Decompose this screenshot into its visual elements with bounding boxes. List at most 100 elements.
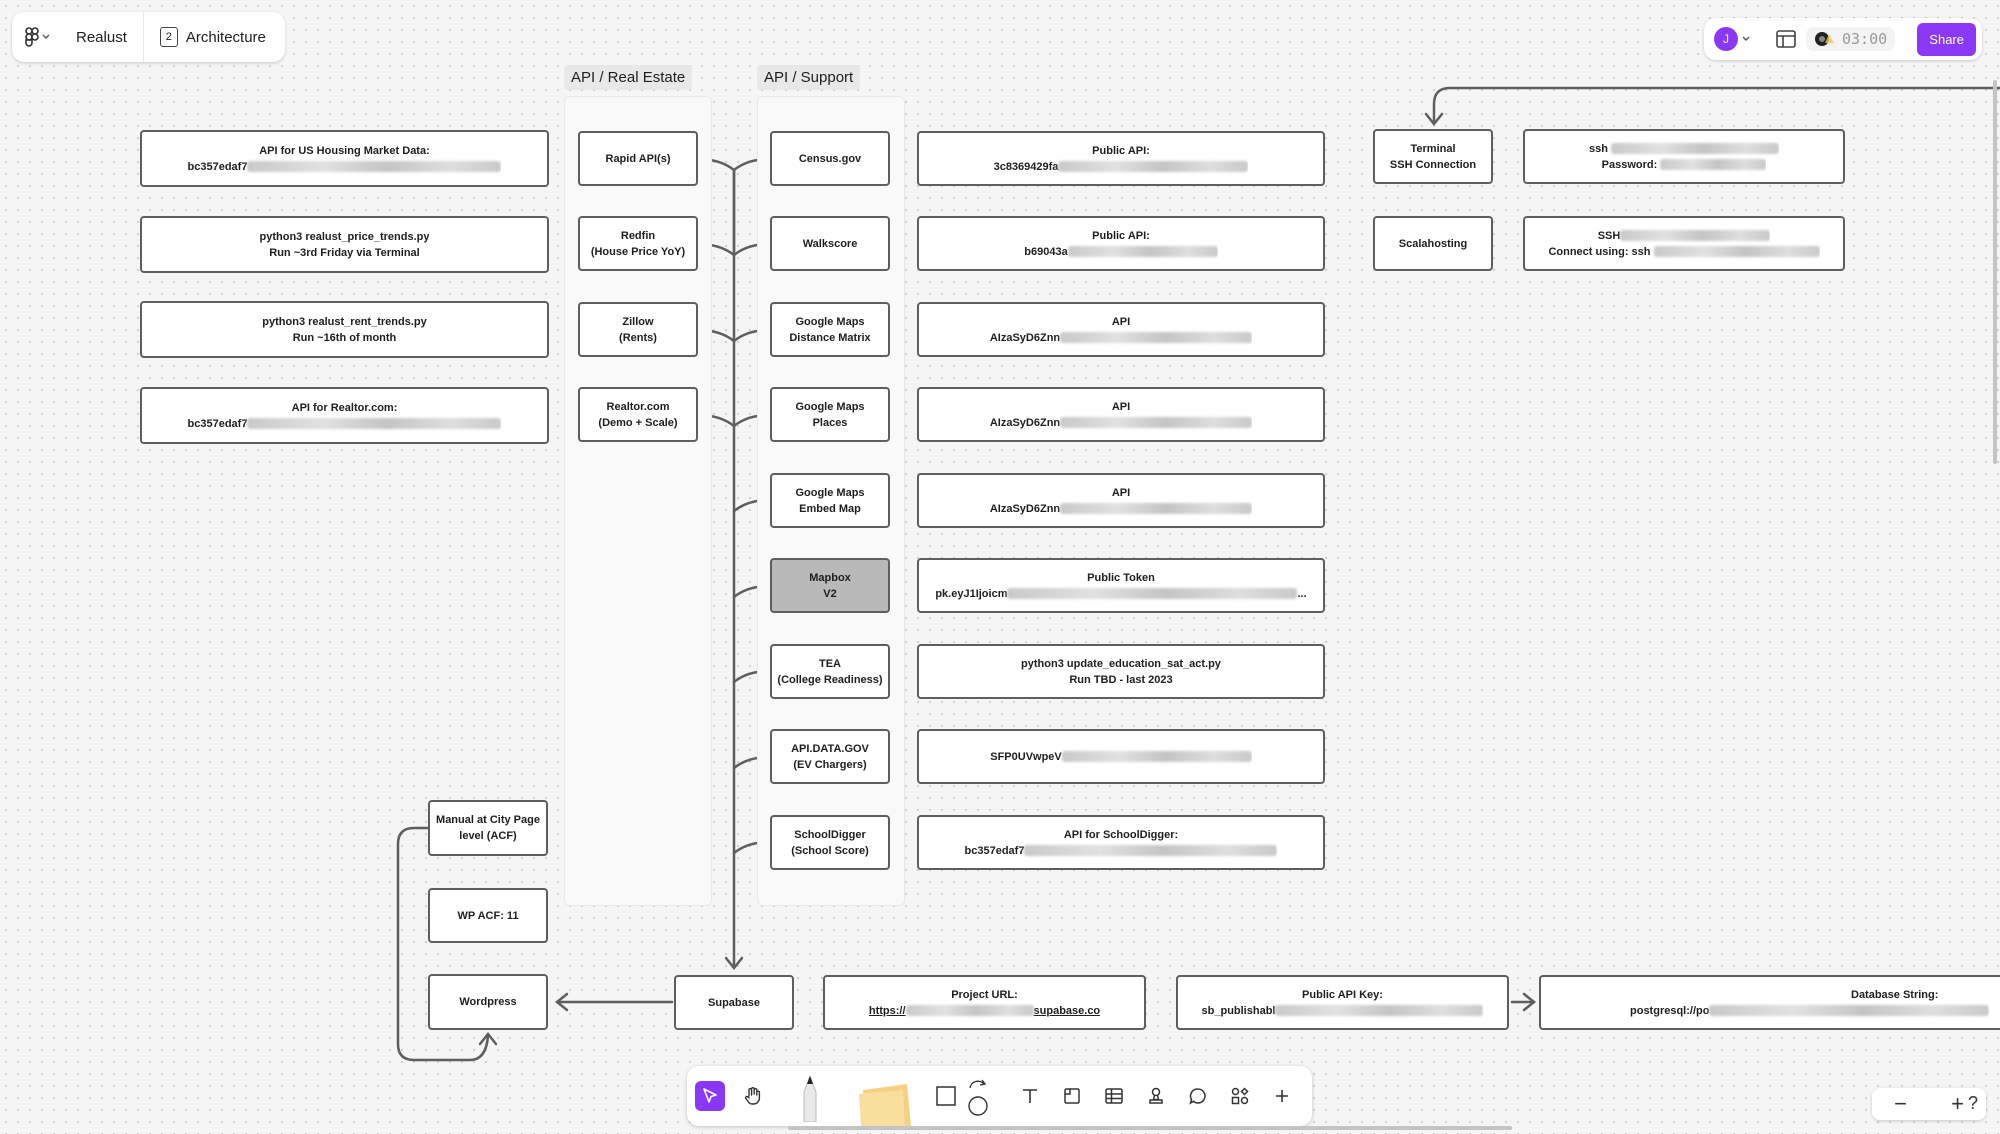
note-label: API for US Housing Market Data: xyxy=(259,144,430,157)
node-sublabel: (Rents) xyxy=(619,331,657,344)
note-label: API xyxy=(1111,400,1131,413)
node-api-data-gov[interactable]: API.DATA.GOV (EV Chargers) xyxy=(770,729,890,784)
section-label-support: API / Support xyxy=(757,65,861,90)
select-tool[interactable] xyxy=(695,1081,725,1111)
timer-control[interactable]: 03:00 xyxy=(1806,27,1896,51)
node-label: Google Maps xyxy=(795,400,865,413)
share-button[interactable]: Share xyxy=(1917,22,1976,56)
node-tea[interactable]: TEA (College Readiness) xyxy=(770,644,890,699)
comment-icon xyxy=(1189,1088,1206,1105)
node-sublabel: (EV Chargers) xyxy=(793,758,867,771)
stamp-tool[interactable] xyxy=(1141,1081,1171,1111)
node-zillow[interactable]: Zillow (Rents) xyxy=(578,302,698,357)
redacted-value xyxy=(1060,503,1253,515)
node-sublabel: V2 xyxy=(823,587,837,600)
redacted-value xyxy=(1653,246,1820,258)
node-google-maps-places[interactable]: Google Maps Places xyxy=(770,387,890,442)
node-label: Terminal xyxy=(1410,142,1456,155)
node-google-maps-distance[interactable]: Google Maps Distance Matrix xyxy=(770,302,890,357)
note-ssh-connect[interactable]: SSH Connect using: ssh xyxy=(1523,216,1845,271)
note-housing-market-api[interactable]: API for US Housing Market Data: bc357eda… xyxy=(140,130,549,187)
note-ssh-credentials[interactable]: ssh Password: xyxy=(1523,129,1845,184)
vertical-scrollbar[interactable] xyxy=(1993,80,1997,464)
redacted-value xyxy=(1024,845,1278,857)
pen-tool[interactable] xyxy=(795,1072,825,1122)
node-sublabel: Embed Map xyxy=(799,502,861,515)
note-label: API xyxy=(1111,315,1131,328)
section-icon xyxy=(1064,1088,1080,1104)
note-realtor-api[interactable]: API for Realtor.com: bc357edaf7 xyxy=(140,387,549,444)
note-education-script[interactable]: python3 update_education_sat_act.py Run … xyxy=(917,644,1325,699)
node-label: Census.gov xyxy=(798,152,862,165)
node-wp-acf[interactable]: WP ACF: 11 xyxy=(428,888,548,943)
note-public-api-key[interactable]: Public API Key: sb_publishabl xyxy=(1176,975,1509,1030)
note-price-trends-script[interactable]: python3 realust_price_trends.py Run ~3rd… xyxy=(140,216,549,273)
select-icon xyxy=(703,1088,717,1103)
node-scalahosting[interactable]: Scalahosting xyxy=(1373,216,1493,271)
note-walkscore-key[interactable]: Public API: b69043a xyxy=(917,216,1325,271)
hand-icon xyxy=(744,1087,761,1105)
node-wordpress[interactable]: Wordpress xyxy=(428,974,548,1030)
note-label: Public Token xyxy=(1087,571,1155,584)
connector-icon xyxy=(968,1079,988,1116)
note-key: AIzaSyD6Znn xyxy=(989,331,1061,344)
node-manual-acf[interactable]: Manual at City Page level (ACF) xyxy=(428,800,548,856)
node-label: Google Maps xyxy=(795,315,865,328)
user-menu[interactable]: J xyxy=(1714,27,1750,51)
table-tool[interactable] xyxy=(1099,1081,1129,1111)
note-detail: Run TBD - last 2023 xyxy=(1069,673,1173,686)
note-database-string[interactable]: Database String: postgresql://po xyxy=(1539,975,2000,1030)
node-realtor[interactable]: Realtor.com (Demo + Scale) xyxy=(578,387,698,442)
page-selector[interactable]: 2 Architecture xyxy=(144,27,266,47)
text-tool[interactable] xyxy=(1015,1081,1045,1111)
zoom-out-icon[interactable]: − xyxy=(1894,1091,1907,1117)
note-rent-trends-script[interactable]: python3 realust_rent_trends.py Run ~16th… xyxy=(140,301,549,358)
note-key: https:// xyxy=(868,1004,906,1017)
node-mapbox[interactable]: Mapbox V2 xyxy=(770,558,890,613)
widgets-tool[interactable] xyxy=(1225,1081,1255,1111)
note-key: bc357edaf7 xyxy=(187,417,248,430)
section-tool[interactable] xyxy=(1057,1081,1087,1111)
node-redfin[interactable]: Redfin (House Price YoY) xyxy=(578,216,698,271)
node-rapid-api[interactable]: Rapid API(s) xyxy=(578,131,698,186)
node-label: SchoolDigger xyxy=(794,828,866,841)
note-mapbox-token[interactable]: Public Token pk.eyJ1Ijoicm... xyxy=(917,558,1325,613)
note-census-key[interactable]: Public API: 3c8369429fa xyxy=(917,131,1325,186)
hand-tool[interactable] xyxy=(738,1081,768,1111)
node-google-maps-embed[interactable]: Google Maps Embed Map xyxy=(770,473,890,528)
note-schooldigger-key[interactable]: API for SchoolDigger: bc357edaf7 xyxy=(917,815,1325,870)
comment-tool[interactable] xyxy=(1183,1081,1213,1111)
node-sublabel: Distance Matrix xyxy=(789,331,871,344)
note-key: SFP0UVwpeV xyxy=(990,750,1062,763)
note-google-distance-key[interactable]: API AIzaSyD6Znn xyxy=(917,302,1325,357)
node-terminal-ssh[interactable]: Terminal SSH Connection xyxy=(1373,129,1493,184)
sticky-note-tool[interactable] xyxy=(855,1076,915,1126)
layout-icon[interactable] xyxy=(1776,30,1796,48)
redacted-value xyxy=(1067,246,1218,258)
note-api-data-gov-key[interactable]: SFP0UVwpeV xyxy=(917,729,1325,784)
more-tools[interactable] xyxy=(1267,1081,1297,1111)
chevron-down-icon xyxy=(1742,36,1750,41)
page-icon: 2 xyxy=(159,27,178,47)
pen-icon xyxy=(803,1074,817,1122)
node-schooldigger[interactable]: SchoolDigger (School Score) xyxy=(770,815,890,870)
redacted-value xyxy=(1061,751,1252,763)
note-key: AIzaSyD6Znn xyxy=(989,416,1061,429)
file-name[interactable]: Realust xyxy=(62,12,144,62)
node-census[interactable]: Census.gov xyxy=(770,131,890,186)
horizontal-scrollbar[interactable] xyxy=(788,1126,1512,1130)
help-icon[interactable]: ? xyxy=(1958,1088,1988,1118)
node-label: Realtor.com xyxy=(606,400,670,413)
node-supabase[interactable]: Supabase xyxy=(674,975,794,1030)
note-label: python3 realust_rent_trends.py xyxy=(262,315,427,328)
shape-tool[interactable] xyxy=(931,1081,961,1111)
connector-tool[interactable] xyxy=(963,1074,993,1118)
note-label: Public API: xyxy=(1092,229,1150,242)
node-walkscore[interactable]: Walkscore xyxy=(770,216,890,271)
note-project-url[interactable]: Project URL: https:// supabase.co xyxy=(823,975,1146,1030)
note-detail: Run ~3rd Friday via Terminal xyxy=(269,246,420,259)
note-google-places-key[interactable]: API AIzaSyD6Znn xyxy=(917,387,1325,442)
node-label: Scalahosting xyxy=(1398,237,1468,250)
note-google-embed-key[interactable]: API AIzaSyD6Znn xyxy=(917,473,1325,528)
main-menu-button[interactable] xyxy=(12,12,62,62)
